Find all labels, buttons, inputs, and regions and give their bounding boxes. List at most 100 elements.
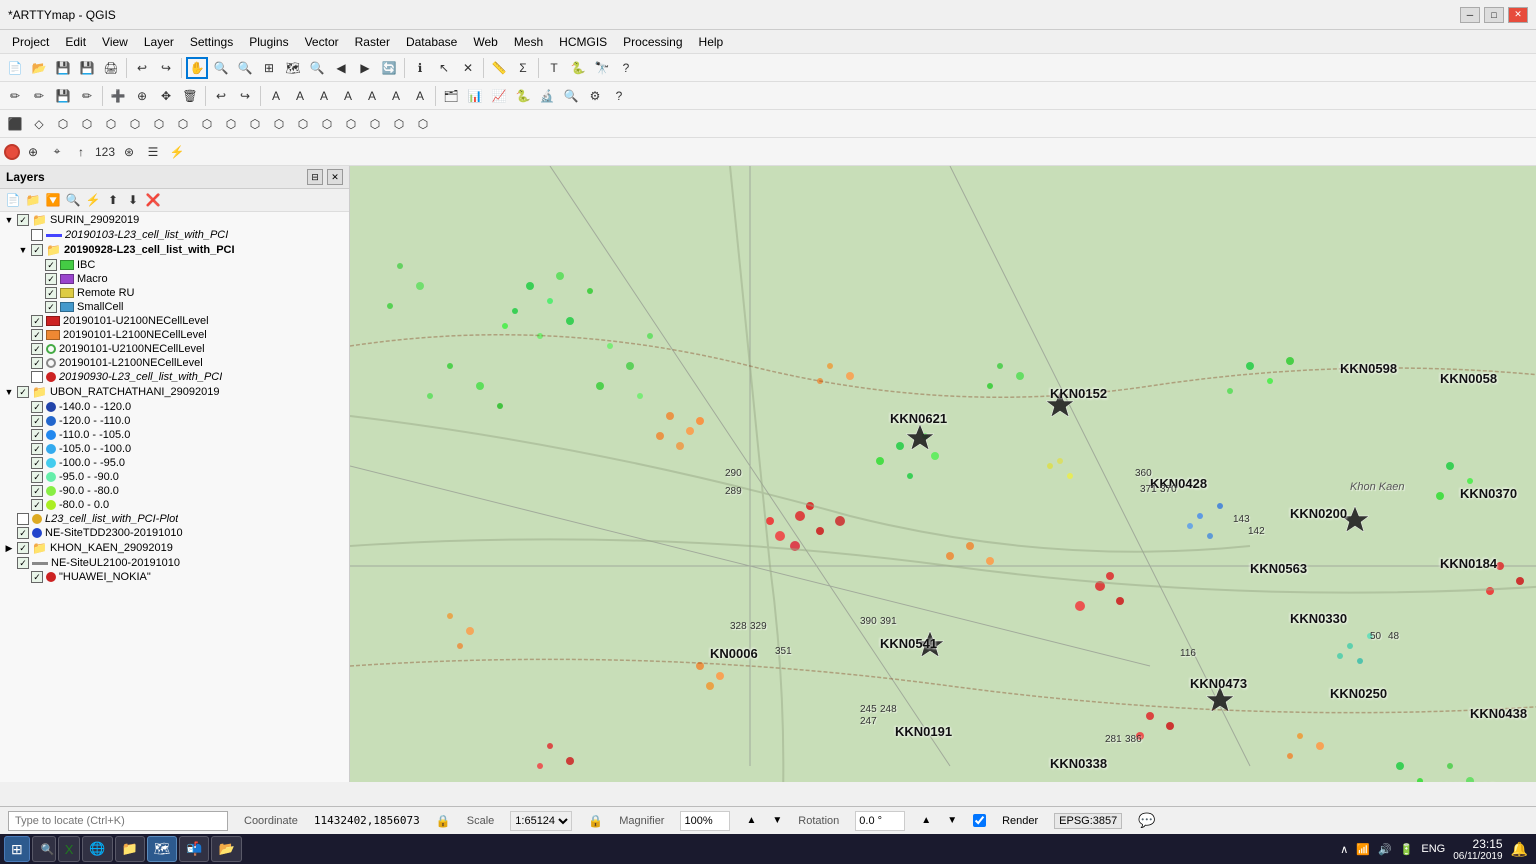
- map-area[interactable]: KKN0621KKN0152KKN0598KKN0058KKN0428KKN02…: [350, 166, 1536, 782]
- layer-checkbox-l23_930_unchecked[interactable]: [31, 371, 43, 383]
- taskbar-explorer[interactable]: 📁: [115, 836, 145, 862]
- open-layer-btn[interactable]: 📄: [4, 191, 22, 209]
- atlas-btn[interactable]: T: [543, 57, 565, 79]
- advanced-btn12[interactable]: ⬡: [268, 113, 290, 135]
- search-button[interactable]: 🔍: [32, 836, 56, 862]
- add-feature-btn[interactable]: ➕: [107, 85, 129, 107]
- layer-item-macro[interactable]: ✓Macro: [0, 272, 349, 286]
- edit-layer-btn[interactable]: ✏: [28, 85, 50, 107]
- layers-dock-btn[interactable]: ⊟: [307, 169, 323, 185]
- magnifier-spin-up[interactable]: ▲: [746, 815, 756, 826]
- rotation-spin-down[interactable]: ▼: [947, 815, 957, 826]
- layer-item-range1[interactable]: ✓-140.0 - -120.0: [0, 400, 349, 414]
- label-btn[interactable]: A: [265, 85, 287, 107]
- layer-checkbox-ibc[interactable]: ✓: [45, 259, 57, 271]
- redo-edit-btn[interactable]: ↪: [234, 85, 256, 107]
- layer-item-range8[interactable]: ✓-80.0 - 0.0: [0, 498, 349, 512]
- rotation-input[interactable]: [855, 811, 905, 831]
- layer-checkbox-small_cell[interactable]: ✓: [45, 301, 57, 313]
- advanced-btn6[interactable]: ⬡: [124, 113, 146, 135]
- undo-edit-btn[interactable]: ↩: [210, 85, 232, 107]
- add-point-btn[interactable]: ⊕: [131, 85, 153, 107]
- advanced-btn13[interactable]: ⬡: [292, 113, 314, 135]
- layer-item-l23_928[interactable]: ▼✓📁20190928-L23_cell_list_with_PCI: [0, 242, 349, 258]
- layer-item-range6[interactable]: ✓-95.0 - -90.0: [0, 470, 349, 484]
- notification-btn[interactable]: 🔔: [1511, 841, 1528, 858]
- advanced-btn11[interactable]: ⬡: [244, 113, 266, 135]
- layer-checkbox-range6[interactable]: ✓: [31, 471, 43, 483]
- save-as-btn[interactable]: 💾: [76, 57, 98, 79]
- delete-selected-btn[interactable]: 🗑: [179, 85, 201, 107]
- layer-checkbox-macro[interactable]: ✓: [45, 273, 57, 285]
- help2-btn[interactable]: ?: [608, 85, 630, 107]
- menu-help[interactable]: Help: [691, 33, 732, 51]
- refresh-btn[interactable]: 🔄: [378, 57, 400, 79]
- advanced-btn7[interactable]: ⬡: [148, 113, 170, 135]
- rotation-spin-up[interactable]: ▲: [921, 815, 931, 826]
- scale-select[interactable]: 1:65124: [510, 811, 572, 831]
- delete-layer-btn[interactable]: ❌: [144, 191, 162, 209]
- advanced-btn8[interactable]: ⬡: [172, 113, 194, 135]
- menu-edit[interactable]: Edit: [57, 33, 94, 51]
- advanced-btn2[interactable]: ◇: [28, 113, 50, 135]
- advanced-btn18[interactable]: ⬡: [412, 113, 434, 135]
- layer-item-range2[interactable]: ✓-120.0 - -110.0: [0, 414, 349, 428]
- advanced-btn5[interactable]: ⬡: [100, 113, 122, 135]
- layer-item-range4[interactable]: ✓-105.0 - -100.0: [0, 442, 349, 456]
- layer-checkbox-range1[interactable]: ✓: [31, 401, 43, 413]
- log-btn[interactable]: 🔭: [591, 57, 613, 79]
- maximize-button[interactable]: □: [1484, 7, 1504, 23]
- taskbar-chrome[interactable]: 🌐: [82, 836, 112, 862]
- taskbar-qgis[interactable]: 🗺: [147, 836, 178, 862]
- field-calc-btn[interactable]: 🗂: [440, 85, 462, 107]
- label6-btn[interactable]: A: [385, 85, 407, 107]
- layer-item-ubon[interactable]: ▼✓📁UBON_RATCHATHANI_29092019: [0, 384, 349, 400]
- menu-web[interactable]: Web: [465, 33, 505, 51]
- new-project-btn[interactable]: 📄: [4, 57, 26, 79]
- layer-checkbox-l2100ne_101_gray[interactable]: ✓: [31, 357, 43, 369]
- layer-item-l2100ne_101_gray[interactable]: ✓20190101-L2100NECellLevel: [0, 356, 349, 370]
- label7-btn[interactable]: A: [409, 85, 431, 107]
- layer-item-l2100ne_101_orange[interactable]: ✓20190101-L2100NECellLevel: [0, 328, 349, 342]
- menu-view[interactable]: View: [94, 33, 136, 51]
- messages-icon[interactable]: 💬: [1138, 812, 1155, 829]
- zoom-next-btn[interactable]: ▶: [354, 57, 376, 79]
- gps-btn3[interactable]: ↑: [70, 141, 92, 163]
- menu-project[interactable]: Project: [4, 33, 57, 51]
- layer-checkbox-surin[interactable]: ✓: [17, 214, 29, 226]
- layer-checkbox-l23_pci_plot_unchecked[interactable]: [17, 513, 29, 525]
- menu-plugins[interactable]: Plugins: [241, 33, 296, 51]
- layer-checkbox-u2100ne_101_green[interactable]: ✓: [31, 343, 43, 355]
- taskbar-excel[interactable]: X: [58, 836, 81, 862]
- taskbar-files[interactable]: 📂: [211, 836, 241, 862]
- layer-item-small_cell[interactable]: ✓SmallCell: [0, 300, 349, 314]
- zoom-selection-btn[interactable]: 🔍: [306, 57, 328, 79]
- layer-item-range3[interactable]: ✓-110.0 - -105.0: [0, 428, 349, 442]
- current-edits-btn[interactable]: ✏: [4, 85, 26, 107]
- remove-layer-btn[interactable]: 🔽: [44, 191, 62, 209]
- move-feature-btn[interactable]: ✥: [155, 85, 177, 107]
- move-down-btn[interactable]: ⬇: [124, 191, 142, 209]
- menu-processing[interactable]: Processing: [615, 33, 690, 51]
- menu-database[interactable]: Database: [398, 33, 465, 51]
- identify-btn[interactable]: ℹ: [409, 57, 431, 79]
- search2-btn[interactable]: 🔍: [560, 85, 582, 107]
- menu-hcmgis[interactable]: HCMGIS: [551, 33, 615, 51]
- layer-checkbox-range8[interactable]: ✓: [31, 499, 43, 511]
- filter-icon-btn[interactable]: ⚡: [84, 191, 102, 209]
- gps-btn1[interactable]: ⊕: [22, 141, 44, 163]
- layer-checkbox-range7[interactable]: ✓: [31, 485, 43, 497]
- advanced-btn9[interactable]: ⬡: [196, 113, 218, 135]
- layer-checkbox-ubon[interactable]: ✓: [17, 386, 29, 398]
- layer-checkbox-huawei_nokia[interactable]: ✓: [31, 571, 43, 583]
- magnifier-spin-down[interactable]: ▼: [772, 815, 782, 826]
- menu2-btn[interactable]: ⚙: [584, 85, 606, 107]
- advanced-btn16[interactable]: ⬡: [364, 113, 386, 135]
- minimize-button[interactable]: ─: [1460, 7, 1480, 23]
- layer-checkbox-l23_928[interactable]: ✓: [31, 244, 43, 256]
- zoom-in-btn[interactable]: 🔍: [210, 57, 232, 79]
- save-edits-btn[interactable]: 💾: [52, 85, 74, 107]
- menu-layer[interactable]: Layer: [136, 33, 182, 51]
- zoom-out-btn[interactable]: 🔍: [234, 57, 256, 79]
- layer-item-l23_930_unchecked[interactable]: 20190930-L23_cell_list_with_PCI: [0, 370, 349, 384]
